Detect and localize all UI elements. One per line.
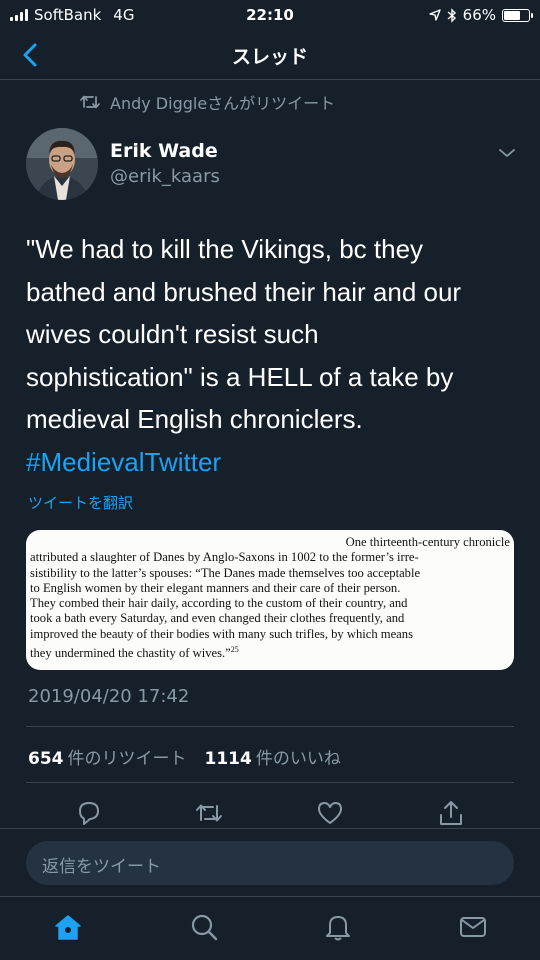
image-text-line: One thirteenth-century chronicle [345, 535, 510, 549]
home-icon[interactable] [52, 911, 84, 943]
tweet-text-line: "We had to kill the Vikings, bc they [26, 234, 424, 264]
search-icon[interactable] [188, 911, 220, 943]
tweet-timestamp: 2019/04/20 17:42 [28, 686, 190, 707]
engagement-stats[interactable]: 654 件のリツイート 1114 件のいいね [28, 744, 341, 769]
page-title: スレッド [231, 46, 308, 68]
location-icon [428, 9, 441, 21]
like-count: 1114 [204, 749, 252, 769]
footnote-marker: 25 [230, 645, 239, 655]
battery-percent: 66% [462, 6, 496, 24]
image-text-line: took a bath every Saturday, and even cha… [30, 611, 405, 626]
tweet-text-line: bathed and brushed their hair and our [26, 276, 462, 307]
navigation-bar: スレッド [0, 30, 540, 80]
retweet-count: 654 [28, 749, 64, 769]
author-name[interactable]: Erik Wade [110, 140, 218, 162]
battery-icon [502, 8, 533, 22]
author-handle[interactable]: @erik_kaars [110, 166, 220, 187]
translate-tweet-link[interactable]: ツイートを翻訳 [28, 492, 133, 513]
retweet-count-label: 件のリツイート [67, 749, 187, 769]
retweet-icon [80, 95, 100, 109]
image-text-line: They combed their hair daily, according … [30, 596, 408, 611]
divider [26, 726, 514, 727]
like-count-label: 件のいいね [255, 749, 341, 769]
share-icon[interactable] [436, 798, 466, 828]
retweet-icon[interactable] [194, 798, 224, 828]
tweet-text-line: medieval English chroniclers. [26, 404, 363, 434]
image-text-line: they undermined the chastity of wives.”2… [30, 642, 510, 661]
tweet-text-line: wives couldn't resist such [26, 319, 319, 349]
avatar[interactable] [26, 128, 98, 200]
battery-fill [504, 10, 520, 20]
attached-image[interactable]: One thirteenth-century chronicle attribu… [26, 530, 514, 670]
tweet-actions [0, 798, 540, 832]
retweet-context[interactable]: Andy Diggleさんがリツイート [80, 90, 335, 114]
image-text-line: to English women by their elegant manner… [30, 580, 401, 595]
bluetooth-icon [447, 7, 456, 23]
status-bar: SoftBank 4G 22:10 66% [0, 0, 540, 30]
tweet-text-line: sophistication" is a HELL of a take by [26, 361, 454, 392]
status-right: 66% [428, 6, 533, 24]
mail-icon[interactable] [457, 911, 489, 943]
reply-bar: 返信をツイート [0, 828, 540, 896]
chevron-down-icon[interactable] [498, 146, 516, 160]
hashtag-link[interactable]: #MedievalTwitter [26, 441, 522, 484]
avatar-image [26, 128, 98, 200]
tab-bar [0, 896, 540, 960]
tweet-text: "We had to kill the Vikings, bc they bat… [26, 228, 522, 483]
image-text-last: they undermined the chastity of wives.” [30, 646, 231, 661]
image-text-line: attributed a slaughter of Danes by Anglo… [30, 550, 419, 565]
heart-icon[interactable] [315, 798, 345, 828]
image-text-line: improved the beauty of their bodies with… [30, 626, 413, 641]
divider [26, 782, 514, 783]
retweet-context-label: Andy Diggleさんがリツイート [110, 94, 336, 113]
reply-icon[interactable] [74, 798, 104, 828]
reply-input[interactable]: 返信をツイート [26, 841, 514, 885]
bell-icon[interactable] [322, 911, 354, 943]
image-text-line: sistibility to the latter’s spouses: “Th… [30, 565, 421, 580]
